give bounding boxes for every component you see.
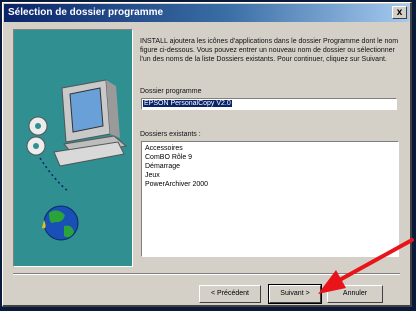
- next-button[interactable]: Suivant >: [268, 284, 322, 304]
- existing-folders-list[interactable]: Accessoires ComBO Rôle 9 Démarrage Jeux …: [141, 141, 399, 257]
- setup-illustration: [13, 29, 133, 267]
- computer-icon: [53, 79, 128, 167]
- list-item[interactable]: ComBO Rôle 9: [145, 153, 395, 162]
- program-folder-input[interactable]: EPSON PersonalCopy V2.0: [141, 98, 397, 110]
- setup-dialog: Sélection de dossier programme x INSTALL…: [2, 2, 412, 307]
- list-item[interactable]: Jeux: [145, 171, 395, 180]
- program-folder-value: EPSON PersonalCopy V2.0: [143, 100, 232, 107]
- computer-globe-illustration: [26, 79, 128, 241]
- list-item[interactable]: Démarrage: [145, 162, 395, 171]
- close-icon: x: [396, 7, 403, 18]
- intro-text: INSTALL ajoutera les icônes d'applicatio…: [140, 38, 399, 63]
- disc-icon: [26, 116, 48, 156]
- back-button[interactable]: < Précédent: [199, 285, 261, 303]
- existing-folders-label: Dossiers existants :: [140, 131, 201, 138]
- divider: [13, 273, 400, 275]
- list-item[interactable]: Accessoires: [145, 144, 395, 153]
- close-button[interactable]: x: [392, 6, 407, 19]
- title-bar: Sélection de dossier programme x: [4, 4, 409, 22]
- program-folder-label: Dossier programme: [140, 88, 202, 95]
- window-title: Sélection de dossier programme: [8, 7, 164, 18]
- globe-icon: [42, 205, 79, 241]
- list-item[interactable]: PowerArchiver 2000: [145, 180, 395, 189]
- cancel-button[interactable]: Annuler: [327, 285, 383, 303]
